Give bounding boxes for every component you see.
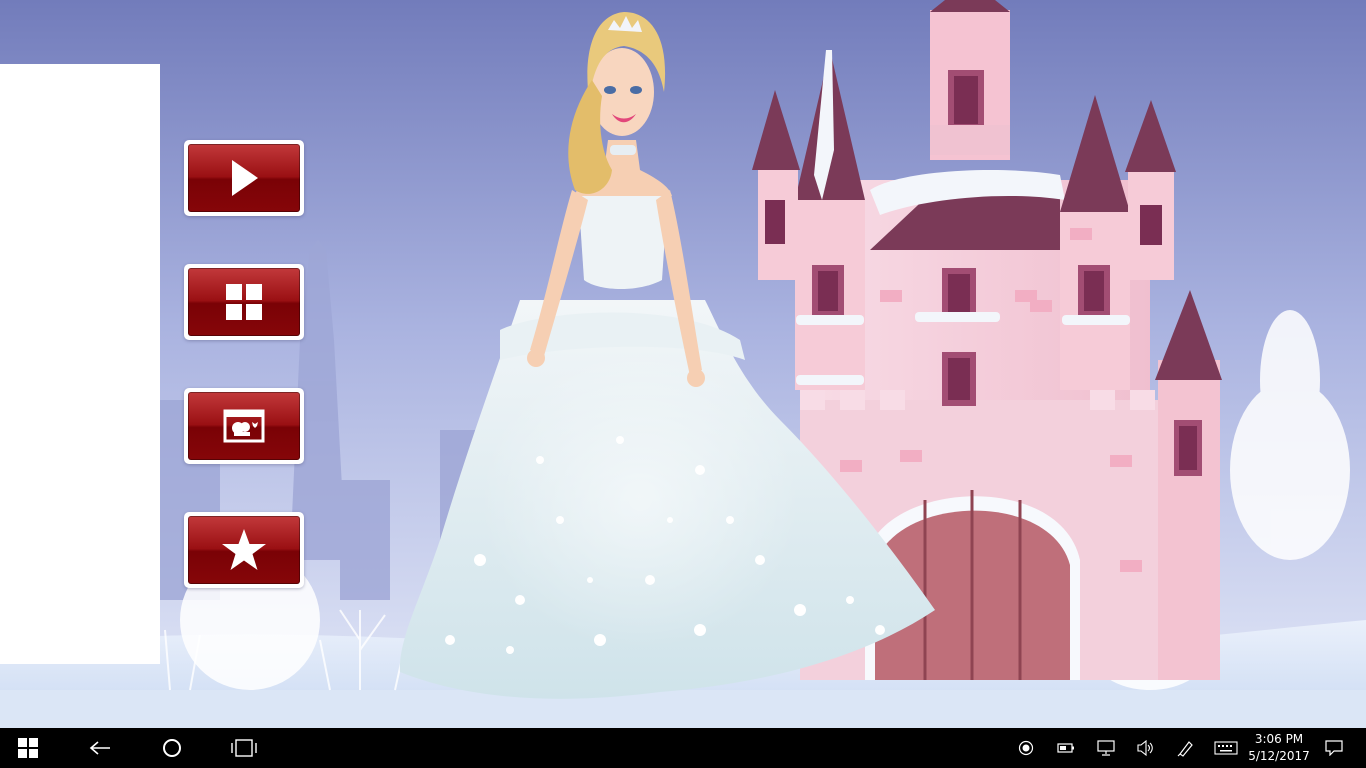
volume-icon[interactable] <box>1134 728 1158 768</box>
battery-icon[interactable] <box>1054 728 1078 768</box>
side-ad-panel <box>0 64 160 664</box>
notification-icon[interactable] <box>1322 728 1346 768</box>
winter-castle-background <box>0 0 1366 728</box>
more-games-button[interactable] <box>184 264 304 340</box>
task-view-icon[interactable] <box>224 728 264 768</box>
record-icon[interactable] <box>1014 728 1038 768</box>
pen-icon[interactable] <box>1174 728 1198 768</box>
game-scene <box>0 0 1366 728</box>
system-clock[interactable]: 3:06 PM 5/12/2017 <box>1240 731 1318 765</box>
star-icon <box>222 529 266 570</box>
rate-button[interactable] <box>184 512 304 588</box>
cortana-circle-icon[interactable] <box>152 728 192 768</box>
clock-time: 3:06 PM <box>1254 732 1304 746</box>
network-icon[interactable] <box>1094 728 1118 768</box>
back-arrow-icon[interactable] <box>80 728 120 768</box>
gallery-button[interactable] <box>184 388 304 464</box>
grid-icon <box>226 284 262 320</box>
play-button[interactable] <box>184 140 304 216</box>
play-icon <box>232 160 258 196</box>
picture-icon <box>223 409 265 443</box>
windows-start-icon[interactable] <box>8 728 48 768</box>
windows-taskbar: 3:06 PM 5/12/2017 <box>0 728 1366 768</box>
keyboard-icon[interactable] <box>1210 728 1242 768</box>
clock-date: 5/12/2017 <box>1248 749 1310 763</box>
